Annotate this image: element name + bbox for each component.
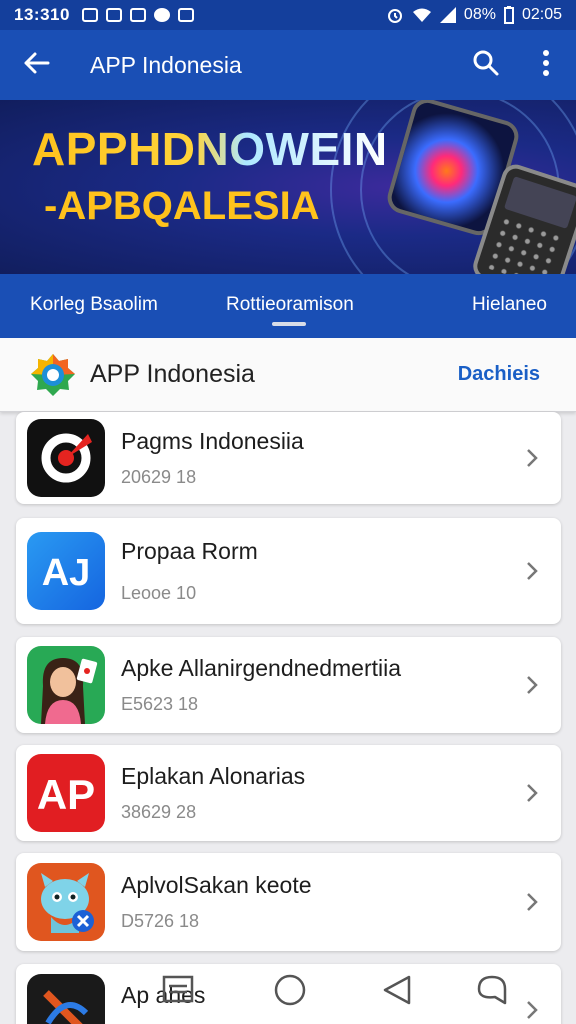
more-options-button[interactable] [516, 30, 576, 100]
app-name: AplvolSakan keote [121, 872, 312, 898]
chevron-right-icon [517, 448, 547, 468]
tab-indicator [272, 322, 306, 326]
promo-banner[interactable]: APPHDNOWEIN -APBQALESIA [0, 100, 576, 274]
back-button[interactable] [0, 30, 72, 100]
svg-text:AP: AP [37, 771, 95, 815]
wifi-icon [412, 7, 432, 23]
tab-rottieoramison[interactable]: Rottieoramison [226, 294, 354, 316]
app-name: Apke Allanirgendnedmertiia [121, 655, 402, 681]
recents-icon [158, 975, 194, 1010]
banner-headline: APPHDNOWEIN [32, 123, 388, 175]
list-item[interactable]: AplvolSakan keote D5726 18 [16, 853, 561, 951]
tab-korleg[interactable]: Korleg Bsaolim [30, 294, 158, 316]
alarm-icon [386, 6, 404, 24]
page-title: APP Indonesia [90, 51, 242, 78]
ap-logo-icon: AP [27, 754, 105, 832]
app-meta: Leooe 10 [121, 583, 197, 603]
system-nav-bar [0, 960, 576, 1024]
chevron-right-icon [517, 892, 547, 912]
notification-icon [81, 8, 98, 22]
notification-icon [129, 8, 146, 22]
banner-subheadline: -APBQALESIA [44, 184, 320, 228]
notification-icon [177, 8, 194, 22]
notification-icon [105, 8, 122, 22]
tab-bar: Korleg Bsaolim Rottieoramison Hielaneo [0, 274, 576, 338]
list-item[interactable]: AJ Propaa Rorm Leooe 10 [16, 518, 561, 624]
app-meta: D5726 18 [121, 911, 200, 931]
section-header: APP Indonesia Dachieis [0, 338, 576, 412]
app-meta: 20629 18 [121, 467, 197, 487]
app-name: Pagms Indonesiia [121, 428, 304, 454]
battery-percent: 08% [463, 6, 496, 23]
app-indonesia-logo-icon [30, 352, 76, 398]
app-meta: E5623 18 [121, 694, 199, 714]
back-icon [379, 973, 413, 1012]
home-button[interactable] [270, 972, 310, 1012]
notification-icon [153, 8, 170, 22]
battery-icon [503, 6, 514, 24]
arrow-left-icon [22, 51, 50, 80]
app-toolbar: APP Indonesia [0, 30, 576, 100]
signal-icon [439, 7, 456, 23]
aj-logo-icon: AJ [27, 532, 105, 610]
back-nav-button[interactable] [376, 972, 416, 1012]
more-vert-icon [542, 49, 550, 81]
red-ring-logo-icon [27, 419, 105, 497]
svg-text:AJ: AJ [42, 552, 91, 593]
chevron-right-icon [517, 561, 547, 581]
list-item[interactable]: Pagms Indonesiia 20629 18 [16, 412, 561, 504]
search-button[interactable] [456, 30, 516, 100]
recents-button[interactable] [156, 972, 196, 1012]
status-time: 13:310 [14, 5, 70, 24]
chevron-right-icon [517, 783, 547, 803]
status-bar: 13:310 08% 02:05 [0, 0, 576, 30]
woman-character-icon [27, 646, 105, 724]
home-icon [273, 973, 307, 1012]
details-link[interactable]: Dachieis [458, 363, 540, 386]
list-item[interactable]: Apke Allanirgendnedmertiia E5623 18 [16, 637, 561, 733]
search-icon [472, 49, 500, 82]
list-item[interactable]: AP Eplakan Alonarias 38629 28 [16, 745, 561, 841]
tab-hielaneo[interactable]: Hielaneo [472, 294, 547, 316]
app-meta: 38629 28 [121, 802, 197, 822]
assistant-button[interactable] [472, 972, 512, 1012]
chevron-right-icon [517, 675, 547, 695]
app-name: Eplakan Alonarias [121, 763, 306, 789]
section-title: APP Indonesia [90, 360, 255, 388]
assistant-icon [475, 973, 509, 1012]
robot-mascot-icon [27, 863, 105, 941]
status-clock: 02:05 [521, 6, 562, 23]
app-name: Propaa Rorm [121, 538, 258, 564]
